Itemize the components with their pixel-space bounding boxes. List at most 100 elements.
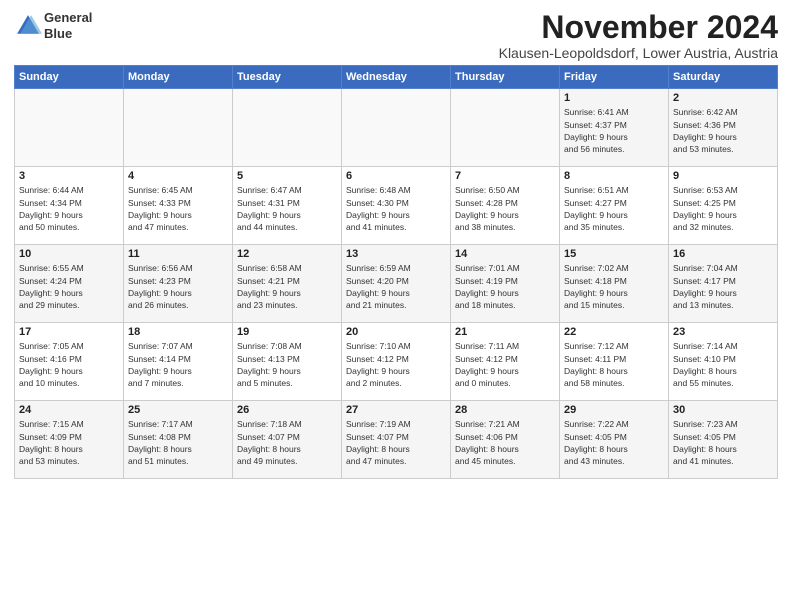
- day-info: Sunrise: 6:45 AM Sunset: 4:33 PM Dayligh…: [128, 184, 228, 233]
- day-info: Sunrise: 7:08 AM Sunset: 4:13 PM Dayligh…: [237, 340, 337, 389]
- header: General Blue November 2024 Klausen-Leopo…: [14, 10, 778, 61]
- day-info: Sunrise: 7:19 AM Sunset: 4:07 PM Dayligh…: [346, 418, 446, 467]
- table-row: [342, 89, 451, 167]
- table-row: 10 Sunrise: 6:55 AM Sunset: 4:24 PM Dayli…: [15, 245, 124, 323]
- day-number: 23: [673, 326, 773, 338]
- day-info: Sunrise: 7:21 AM Sunset: 4:06 PM Dayligh…: [455, 418, 555, 467]
- day-info: Sunrise: 6:41 AM Sunset: 4:37 PM Dayligh…: [564, 106, 664, 155]
- table-row: 28 Sunrise: 7:21 AM Sunset: 4:06 PM Dayli…: [451, 401, 560, 479]
- table-row: 6 Sunrise: 6:48 AM Sunset: 4:30 PM Daylig…: [342, 167, 451, 245]
- day-number: 1: [564, 92, 664, 104]
- day-number: 7: [455, 170, 555, 182]
- table-row: [451, 89, 560, 167]
- day-number: 18: [128, 326, 228, 338]
- table-row: 27 Sunrise: 7:19 AM Sunset: 4:07 PM Dayli…: [342, 401, 451, 479]
- page-container: General Blue November 2024 Klausen-Leopo…: [0, 0, 792, 487]
- table-row: [15, 89, 124, 167]
- table-row: 12Sunrise: 6:58 AM Sunset: 4:21 PM Dayli…: [233, 245, 342, 323]
- table-row: 23 Sunrise: 7:14 AM Sunset: 4:10 PM Dayli…: [669, 323, 778, 401]
- day-info: Sunrise: 6:50 AM Sunset: 4:28 PM Dayligh…: [455, 184, 555, 233]
- day-number: 2: [673, 92, 773, 104]
- table-row: [124, 89, 233, 167]
- header-monday: Monday: [124, 66, 233, 89]
- table-row: 15 Sunrise: 7:02 AM Sunset: 4:18 PM Dayli…: [560, 245, 669, 323]
- day-info: Sunrise: 6:51 AM Sunset: 4:27 PM Dayligh…: [564, 184, 664, 233]
- table-row: 19Sunrise: 7:08 AM Sunset: 4:13 PM Dayli…: [233, 323, 342, 401]
- table-row: 11 Sunrise: 6:56 AM Sunset: 4:23 PM Dayli…: [124, 245, 233, 323]
- day-info: Sunrise: 7:22 AM Sunset: 4:05 PM Dayligh…: [564, 418, 664, 467]
- table-row: 4 Sunrise: 6:45 AM Sunset: 4:33 PM Daylig…: [124, 167, 233, 245]
- table-row: [233, 89, 342, 167]
- day-info: Sunrise: 7:05 AM Sunset: 4:16 PM Dayligh…: [19, 340, 119, 389]
- day-number: 17: [19, 326, 119, 338]
- day-info: Sunrise: 7:01 AM Sunset: 4:19 PM Dayligh…: [455, 262, 555, 311]
- table-row: 14Sunrise: 7:01 AM Sunset: 4:19 PM Dayli…: [451, 245, 560, 323]
- day-info: Sunrise: 7:04 AM Sunset: 4:17 PM Dayligh…: [673, 262, 773, 311]
- table-row: 7 Sunrise: 6:50 AM Sunset: 4:28 PM Daylig…: [451, 167, 560, 245]
- day-number: 11: [128, 248, 228, 260]
- calendar-week-row: 17 Sunrise: 7:05 AM Sunset: 4:16 PM Dayli…: [15, 323, 778, 401]
- day-number: 24: [19, 404, 119, 416]
- table-row: 25 Sunrise: 7:17 AM Sunset: 4:08 PM Dayli…: [124, 401, 233, 479]
- table-row: 2 Sunrise: 6:42 AM Sunset: 4:36 PM Daylig…: [669, 89, 778, 167]
- day-info: Sunrise: 6:48 AM Sunset: 4:30 PM Dayligh…: [346, 184, 446, 233]
- day-info: Sunrise: 6:55 AM Sunset: 4:24 PM Dayligh…: [19, 262, 119, 311]
- day-number: 13: [346, 248, 446, 260]
- day-number: 3: [19, 170, 119, 182]
- day-number: 26: [237, 404, 337, 416]
- table-row: 26 Sunrise: 7:18 AM Sunset: 4:07 PM Dayli…: [233, 401, 342, 479]
- day-info: Sunrise: 6:59 AM Sunset: 4:20 PM Dayligh…: [346, 262, 446, 311]
- day-number: 15: [564, 248, 664, 260]
- table-row: 20Sunrise: 7:10 AM Sunset: 4:12 PM Dayli…: [342, 323, 451, 401]
- day-number: 29: [564, 404, 664, 416]
- day-number: 6: [346, 170, 446, 182]
- day-number: 20: [346, 326, 446, 338]
- day-number: 27: [346, 404, 446, 416]
- day-number: 4: [128, 170, 228, 182]
- table-row: 30Sunrise: 7:23 AM Sunset: 4:05 PM Dayli…: [669, 401, 778, 479]
- weekday-header-row: Sunday Monday Tuesday Wednesday Thursday…: [15, 66, 778, 89]
- day-info: Sunrise: 6:42 AM Sunset: 4:36 PM Dayligh…: [673, 106, 773, 155]
- day-number: 21: [455, 326, 555, 338]
- day-number: 30: [673, 404, 773, 416]
- day-info: Sunrise: 6:53 AM Sunset: 4:25 PM Dayligh…: [673, 184, 773, 233]
- table-row: 5 Sunrise: 6:47 AM Sunset: 4:31 PM Daylig…: [233, 167, 342, 245]
- table-row: 16 Sunrise: 7:04 AM Sunset: 4:17 PM Dayli…: [669, 245, 778, 323]
- month-title: November 2024: [499, 10, 778, 45]
- day-info: Sunrise: 7:11 AM Sunset: 4:12 PM Dayligh…: [455, 340, 555, 389]
- day-number: 8: [564, 170, 664, 182]
- day-info: Sunrise: 6:56 AM Sunset: 4:23 PM Dayligh…: [128, 262, 228, 311]
- day-info: Sunrise: 6:47 AM Sunset: 4:31 PM Dayligh…: [237, 184, 337, 233]
- day-info: Sunrise: 7:17 AM Sunset: 4:08 PM Dayligh…: [128, 418, 228, 467]
- header-tuesday: Tuesday: [233, 66, 342, 89]
- header-sunday: Sunday: [15, 66, 124, 89]
- day-info: Sunrise: 7:18 AM Sunset: 4:07 PM Dayligh…: [237, 418, 337, 467]
- day-info: Sunrise: 7:02 AM Sunset: 4:18 PM Dayligh…: [564, 262, 664, 311]
- day-number: 12: [237, 248, 337, 260]
- table-row: 17 Sunrise: 7:05 AM Sunset: 4:16 PM Dayli…: [15, 323, 124, 401]
- table-row: 18Sunrise: 7:07 AM Sunset: 4:14 PM Dayli…: [124, 323, 233, 401]
- table-row: 1 Sunrise: 6:41 AM Sunset: 4:37 PM Daylig…: [560, 89, 669, 167]
- day-number: 22: [564, 326, 664, 338]
- table-row: 13 Sunrise: 6:59 AM Sunset: 4:20 PM Dayli…: [342, 245, 451, 323]
- header-saturday: Saturday: [669, 66, 778, 89]
- calendar-week-row: 3 Sunrise: 6:44 AM Sunset: 4:34 PM Daylig…: [15, 167, 778, 245]
- day-number: 5: [237, 170, 337, 182]
- day-number: 25: [128, 404, 228, 416]
- table-row: 3 Sunrise: 6:44 AM Sunset: 4:34 PM Daylig…: [15, 167, 124, 245]
- day-number: 28: [455, 404, 555, 416]
- logo-icon: [14, 12, 42, 40]
- day-number: 10: [19, 248, 119, 260]
- calendar-week-row: 24Sunrise: 7:15 AM Sunset: 4:09 PM Dayli…: [15, 401, 778, 479]
- day-info: Sunrise: 6:44 AM Sunset: 4:34 PM Dayligh…: [19, 184, 119, 233]
- calendar-table: Sunday Monday Tuesday Wednesday Thursday…: [14, 65, 778, 479]
- day-number: 16: [673, 248, 773, 260]
- day-info: Sunrise: 7:12 AM Sunset: 4:11 PM Dayligh…: [564, 340, 664, 389]
- calendar-week-row: 1 Sunrise: 6:41 AM Sunset: 4:37 PM Daylig…: [15, 89, 778, 167]
- header-thursday: Thursday: [451, 66, 560, 89]
- table-row: 8 Sunrise: 6:51 AM Sunset: 4:27 PM Daylig…: [560, 167, 669, 245]
- table-row: 29 Sunrise: 7:22 AM Sunset: 4:05 PM Dayli…: [560, 401, 669, 479]
- table-row: 24Sunrise: 7:15 AM Sunset: 4:09 PM Dayli…: [15, 401, 124, 479]
- table-row: 22 Sunrise: 7:12 AM Sunset: 4:11 PM Dayli…: [560, 323, 669, 401]
- day-info: Sunrise: 7:14 AM Sunset: 4:10 PM Dayligh…: [673, 340, 773, 389]
